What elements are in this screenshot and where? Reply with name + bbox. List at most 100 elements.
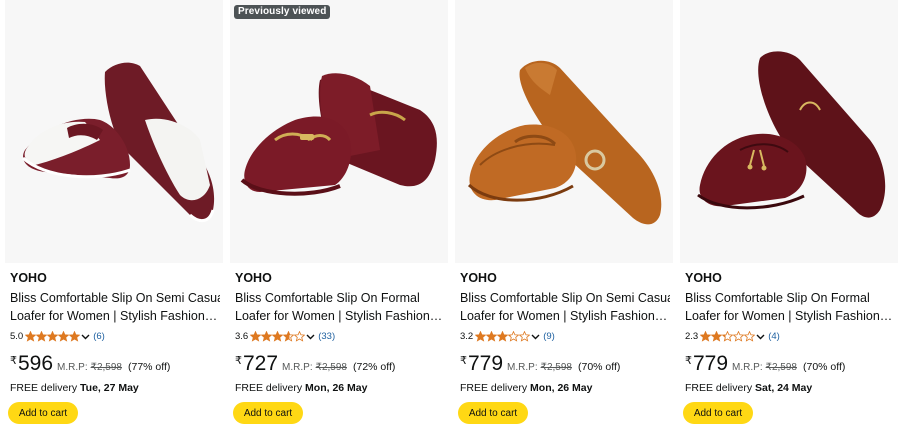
delivery-date: Tue, 27 May xyxy=(80,382,139,394)
star-icon xyxy=(721,331,734,342)
star-icon xyxy=(25,331,37,342)
delivery-info: FREE delivery Sat, 24 May xyxy=(685,382,812,394)
mrp-value: ₹2,598 xyxy=(540,362,572,373)
delivery-prefix: FREE delivery xyxy=(460,382,528,394)
mrp-value: ₹2,598 xyxy=(765,362,797,373)
star-icon xyxy=(35,331,48,342)
price-row: ₹ 596 M.R.P: ₹2,598 (77% off) xyxy=(10,352,170,376)
rating-value: 5.0 xyxy=(10,331,24,342)
price-row: ₹ 779 M.R.P: ₹2,598 (70% off) xyxy=(685,352,845,376)
delivery-date: Mon, 26 May xyxy=(305,382,368,394)
rating-row: 2.3 (4) xyxy=(685,330,780,343)
rating-value: 3.2 xyxy=(460,331,474,342)
rating-row: 3.6 (33) xyxy=(235,330,335,343)
star-rating-icon[interactable] xyxy=(475,331,531,342)
discount: (77% off) xyxy=(128,361,171,373)
product-title[interactable]: Bliss Comfortable Slip On Formal Loafer … xyxy=(235,289,445,325)
product-brand: YOHO xyxy=(685,271,722,285)
product-title-line1[interactable]: Bliss Comfortable Slip On Formal xyxy=(235,289,445,307)
product-title-line1[interactable]: Bliss Comfortable Slip On Semi Casual xyxy=(460,289,670,307)
mrp-value: ₹2,598 xyxy=(315,362,347,373)
price: 779 xyxy=(468,352,504,375)
price-row: ₹ 727 M.R.P: ₹2,598 (72% off) xyxy=(235,352,395,376)
product-title[interactable]: Bliss Comfortable Slip On Semi Casual Lo… xyxy=(460,289,670,325)
product-card: YOHO Bliss Comfortable Slip On Formal Lo… xyxy=(680,0,898,442)
star-icon xyxy=(293,331,306,342)
delivery-info: FREE delivery Mon, 26 May xyxy=(460,382,592,394)
delivery-date: Sat, 24 May xyxy=(755,382,813,394)
chevron-down-icon[interactable] xyxy=(531,334,540,340)
star-rating-icon[interactable] xyxy=(250,331,306,342)
mrp-label: M.R.P: xyxy=(732,362,763,373)
star-icon xyxy=(743,331,756,342)
star-icon xyxy=(260,331,273,342)
currency-symbol: ₹ xyxy=(685,355,692,367)
product-title-line2[interactable]: Loafer for Women | Stylish Fashion… xyxy=(235,307,445,325)
delivery-prefix: FREE delivery xyxy=(10,382,78,394)
product-image[interactable]: Previously viewed xyxy=(230,0,448,263)
star-icon xyxy=(507,331,520,342)
price: 779 xyxy=(693,352,729,375)
review-count-link[interactable]: (33) xyxy=(318,331,335,342)
rating-value: 2.3 xyxy=(685,331,699,342)
product-image[interactable] xyxy=(455,0,673,263)
product-image[interactable] xyxy=(5,0,223,263)
star-icon xyxy=(496,331,509,342)
chevron-down-icon[interactable] xyxy=(306,334,315,340)
chevron-down-icon[interactable] xyxy=(81,334,90,340)
product-title-line2[interactable]: Loafer for Women | Stylish Fashion… xyxy=(685,307,895,325)
currency-symbol: ₹ xyxy=(235,355,242,367)
add-to-cart-button[interactable]: Add to cart xyxy=(233,402,303,424)
star-icon xyxy=(732,331,745,342)
star-icon xyxy=(68,331,81,342)
product-title-line1[interactable]: Bliss Comfortable Slip On Formal xyxy=(685,289,895,307)
mrp-label: M.R.P: xyxy=(57,362,88,373)
star-icon xyxy=(250,331,262,342)
product-card: Previously viewed YOHO Bliss Comfortable… xyxy=(230,0,448,442)
review-count-link[interactable]: (6) xyxy=(93,331,105,342)
price: 727 xyxy=(243,352,279,375)
currency-symbol: ₹ xyxy=(10,355,17,367)
product-title-line2[interactable]: Loafer for Women | Stylish Fashion… xyxy=(10,307,220,325)
product-title[interactable]: Bliss Comfortable Slip On Semi Casual Lo… xyxy=(10,289,220,325)
review-count-link[interactable]: (9) xyxy=(543,331,555,342)
product-brand: YOHO xyxy=(460,271,497,285)
star-icon xyxy=(700,331,712,342)
star-rating-icon[interactable] xyxy=(25,331,81,342)
product-title-line1[interactable]: Bliss Comfortable Slip On Semi Casual xyxy=(10,289,220,307)
price-row: ₹ 779 M.R.P: ₹2,598 (70% off) xyxy=(460,352,620,376)
star-icon xyxy=(282,331,295,342)
add-to-cart-button[interactable]: Add to cart xyxy=(683,402,753,424)
rating-row: 5.0 (6) xyxy=(10,330,105,343)
product-brand: YOHO xyxy=(235,271,272,285)
previously-viewed-badge: Previously viewed xyxy=(234,5,331,19)
delivery-info: FREE delivery Mon, 26 May xyxy=(235,382,367,394)
product-image[interactable] xyxy=(680,0,898,263)
mrp-label: M.R.P: xyxy=(282,362,313,373)
star-rating-icon[interactable] xyxy=(700,331,756,342)
mrp-label: M.R.P: xyxy=(507,362,538,373)
star-icon xyxy=(475,331,487,342)
add-to-cart-button[interactable]: Add to cart xyxy=(8,402,78,424)
chevron-down-icon[interactable] xyxy=(756,334,765,340)
star-icon xyxy=(485,331,498,342)
star-icon xyxy=(518,331,531,342)
rating-value: 3.6 xyxy=(235,331,249,342)
product-title[interactable]: Bliss Comfortable Slip On Formal Loafer … xyxy=(685,289,895,325)
discount: (70% off) xyxy=(803,361,846,373)
star-icon xyxy=(710,331,723,342)
product-card: YOHO Bliss Comfortable Slip On Semi Casu… xyxy=(5,0,223,442)
delivery-prefix: FREE delivery xyxy=(235,382,303,394)
product-grid: YOHO Bliss Comfortable Slip On Semi Casu… xyxy=(0,0,901,442)
review-count-link[interactable]: (4) xyxy=(768,331,780,342)
star-icon xyxy=(271,331,284,342)
discount: (70% off) xyxy=(578,361,621,373)
product-brand: YOHO xyxy=(10,271,47,285)
currency-symbol: ₹ xyxy=(460,355,467,367)
delivery-prefix: FREE delivery xyxy=(685,382,753,394)
delivery-date: Mon, 26 May xyxy=(530,382,593,394)
product-title-line2[interactable]: Loafer for Women | Stylish Fashion… xyxy=(460,307,670,325)
product-card: YOHO Bliss Comfortable Slip On Semi Casu… xyxy=(455,0,673,442)
add-to-cart-button[interactable]: Add to cart xyxy=(458,402,528,424)
discount: (72% off) xyxy=(353,361,396,373)
